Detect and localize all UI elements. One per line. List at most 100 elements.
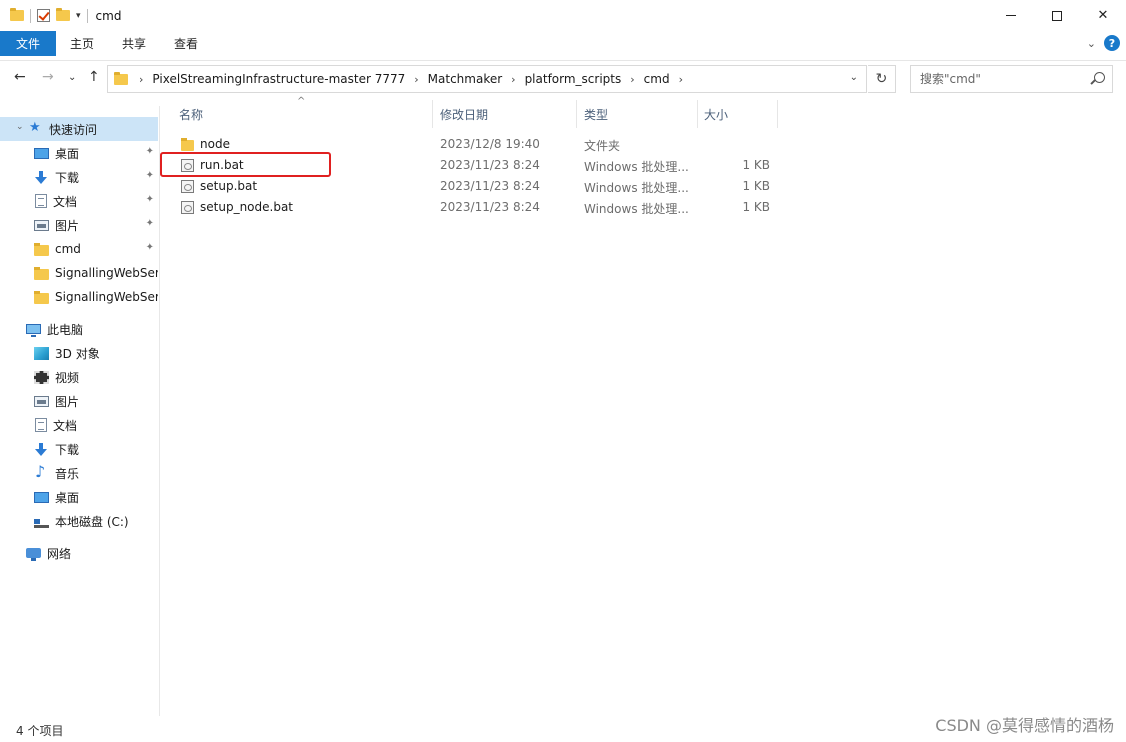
tab-view[interactable]: 查看 bbox=[160, 31, 212, 56]
breadcrumb-separator[interactable]: › bbox=[139, 73, 143, 86]
column-divider[interactable] bbox=[432, 100, 433, 128]
collapse-caret-icon[interactable]: ⌄ bbox=[16, 122, 24, 132]
maximize-button[interactable] bbox=[1034, 0, 1080, 31]
pin-icon[interactable]: ✦ bbox=[146, 242, 154, 253]
drive-icon bbox=[34, 518, 49, 528]
sidebar-item-label: 桌面 bbox=[55, 490, 80, 505]
file-date: 2023/12/8 19:40 bbox=[440, 137, 540, 151]
recent-locations-button[interactable]: ⌄ bbox=[68, 72, 76, 83]
file-name: setup.bat bbox=[200, 179, 258, 193]
pin-icon[interactable]: ✦ bbox=[146, 146, 154, 157]
tab-file[interactable]: 文件 bbox=[0, 31, 57, 56]
search-icon[interactable] bbox=[1094, 72, 1105, 83]
sidebar-item-cmd[interactable]: cmd ✦ bbox=[0, 237, 158, 261]
computer-icon bbox=[26, 324, 41, 337]
file-type: Windows 批处理... bbox=[584, 202, 689, 216]
column-divider[interactable] bbox=[576, 100, 577, 128]
pin-icon[interactable]: ✦ bbox=[146, 218, 154, 229]
sidebar-item-label: 视频 bbox=[55, 370, 80, 385]
sidebar-item-label: 此电脑 bbox=[47, 322, 84, 337]
column-header-type[interactable]: 类型 bbox=[584, 100, 608, 128]
search-input[interactable] bbox=[911, 72, 1081, 86]
pin-icon[interactable]: ✦ bbox=[146, 170, 154, 181]
sidebar-item-signalling-2[interactable]: SignallingWebSer bbox=[0, 285, 158, 309]
properties-icon[interactable] bbox=[37, 9, 50, 22]
file-row-setup-node-bat[interactable]: setup_node.bat 2023/11/23 8:24 Windows 批… bbox=[175, 197, 775, 218]
file-name: setup_node.bat bbox=[200, 200, 293, 214]
sidebar-item-quick-access[interactable]: ⌄ 快速访问 bbox=[0, 117, 158, 141]
sidebar-item-documents[interactable]: 文档 ✦ bbox=[0, 189, 158, 213]
breadcrumb-item[interactable]: platform_scripts bbox=[525, 72, 622, 86]
customize-toolbar-button[interactable]: ▾ bbox=[76, 11, 81, 21]
up-button[interactable]: ↑ bbox=[88, 69, 100, 85]
breadcrumb-item[interactable]: PixelStreamingInfrastructure-master 7777 bbox=[152, 72, 405, 86]
file-date: 2023/11/23 8:24 bbox=[440, 200, 540, 214]
file-row-setup-bat[interactable]: setup.bat 2023/11/23 8:24 Windows 批处理...… bbox=[175, 176, 775, 197]
sidebar-item-label: 网络 bbox=[47, 546, 72, 561]
document-icon bbox=[35, 418, 47, 432]
sidebar-item-music[interactable]: 音乐 bbox=[0, 461, 158, 485]
toolbar-separator bbox=[86, 8, 88, 23]
sidebar-item-label: 下载 bbox=[55, 170, 80, 185]
tab-home[interactable]: 主页 bbox=[56, 31, 108, 56]
ribbon-right-controls: ⌄ ? bbox=[1087, 35, 1120, 51]
back-button[interactable]: ← bbox=[14, 69, 26, 85]
pin-icon[interactable]: ✦ bbox=[146, 194, 154, 205]
breadcrumb-item[interactable]: cmd bbox=[644, 72, 670, 86]
column-divider[interactable] bbox=[697, 100, 698, 128]
download-icon bbox=[34, 170, 49, 184]
address-bar[interactable]: › PixelStreamingInfrastructure-master 77… bbox=[107, 65, 867, 93]
address-dropdown-button[interactable]: ⌄ bbox=[850, 72, 858, 83]
sidebar-item-this-pc[interactable]: 此电脑 bbox=[0, 317, 158, 341]
expand-ribbon-button[interactable]: ⌄ bbox=[1087, 37, 1096, 50]
close-button[interactable]: ✕ bbox=[1080, 0, 1126, 31]
ribbon-tabs: 文件 主页 共享 查看 ⌄ ? bbox=[0, 31, 1126, 56]
breadcrumb-item[interactable]: Matchmaker bbox=[428, 72, 503, 86]
forward-button[interactable]: → bbox=[42, 69, 54, 85]
sidebar-item-pictures[interactable]: 图片 ✦ bbox=[0, 213, 158, 237]
search-box[interactable] bbox=[910, 65, 1113, 93]
sidebar-item-label: 3D 对象 bbox=[55, 346, 100, 361]
quick-access-toolbar: ▾ bbox=[0, 8, 88, 23]
new-folder-icon[interactable] bbox=[56, 8, 70, 21]
sidebar-item-pictures-pc[interactable]: 图片 bbox=[0, 389, 158, 413]
annotation-highlight-box bbox=[160, 152, 331, 177]
file-size: 1 KB bbox=[742, 200, 770, 214]
sidebar-item-desktop-pc[interactable]: 桌面 bbox=[0, 485, 158, 509]
close-icon: ✕ bbox=[1097, 8, 1109, 23]
refresh-button[interactable]: ↻ bbox=[868, 65, 896, 93]
sidebar-item-3d-objects[interactable]: 3D 对象 bbox=[0, 341, 158, 365]
sidebar-item-documents-pc[interactable]: 文档 bbox=[0, 413, 158, 437]
breadcrumb-separator[interactable]: › bbox=[511, 73, 515, 86]
tab-share[interactable]: 共享 bbox=[108, 31, 160, 56]
column-header-date[interactable]: 修改日期 bbox=[440, 100, 488, 128]
column-divider[interactable] bbox=[777, 100, 778, 128]
folder-icon bbox=[34, 242, 49, 256]
sidebar-item-downloads[interactable]: 下载 ✦ bbox=[0, 165, 158, 189]
network-icon bbox=[26, 548, 41, 561]
folder-icon bbox=[34, 290, 49, 304]
desktop-icon bbox=[34, 148, 49, 159]
sidebar-item-desktop[interactable]: 桌面 ✦ bbox=[0, 141, 158, 165]
file-date: 2023/11/23 8:24 bbox=[440, 158, 540, 172]
sidebar-item-label: 图片 bbox=[55, 218, 80, 233]
breadcrumb-separator[interactable]: › bbox=[630, 73, 634, 86]
file-size: 1 KB bbox=[742, 179, 770, 193]
sidebar-item-label: 下载 bbox=[55, 442, 80, 457]
help-icon[interactable]: ? bbox=[1104, 35, 1120, 51]
picture-icon bbox=[34, 219, 49, 231]
sidebar-item-signalling-1[interactable]: SignallingWebSer bbox=[0, 261, 158, 285]
sidebar-item-videos[interactable]: 视频 bbox=[0, 365, 158, 389]
picture-icon bbox=[34, 395, 49, 407]
sidebar-item-downloads-pc[interactable]: 下载 bbox=[0, 437, 158, 461]
column-header-name[interactable]: 名称 bbox=[179, 100, 203, 128]
sidebar-item-network[interactable]: 网络 bbox=[0, 541, 158, 565]
column-header-size[interactable]: 大小 bbox=[704, 100, 728, 128]
file-type: 文件夹 bbox=[584, 139, 621, 153]
sidebar-item-local-disk-c[interactable]: 本地磁盘 (C:) bbox=[0, 509, 158, 533]
minimize-button[interactable] bbox=[988, 0, 1034, 31]
breadcrumb-separator[interactable]: › bbox=[679, 73, 683, 86]
file-size: 1 KB bbox=[742, 158, 770, 172]
breadcrumb-separator[interactable]: › bbox=[414, 73, 418, 86]
sidebar-item-label: 音乐 bbox=[55, 466, 80, 481]
